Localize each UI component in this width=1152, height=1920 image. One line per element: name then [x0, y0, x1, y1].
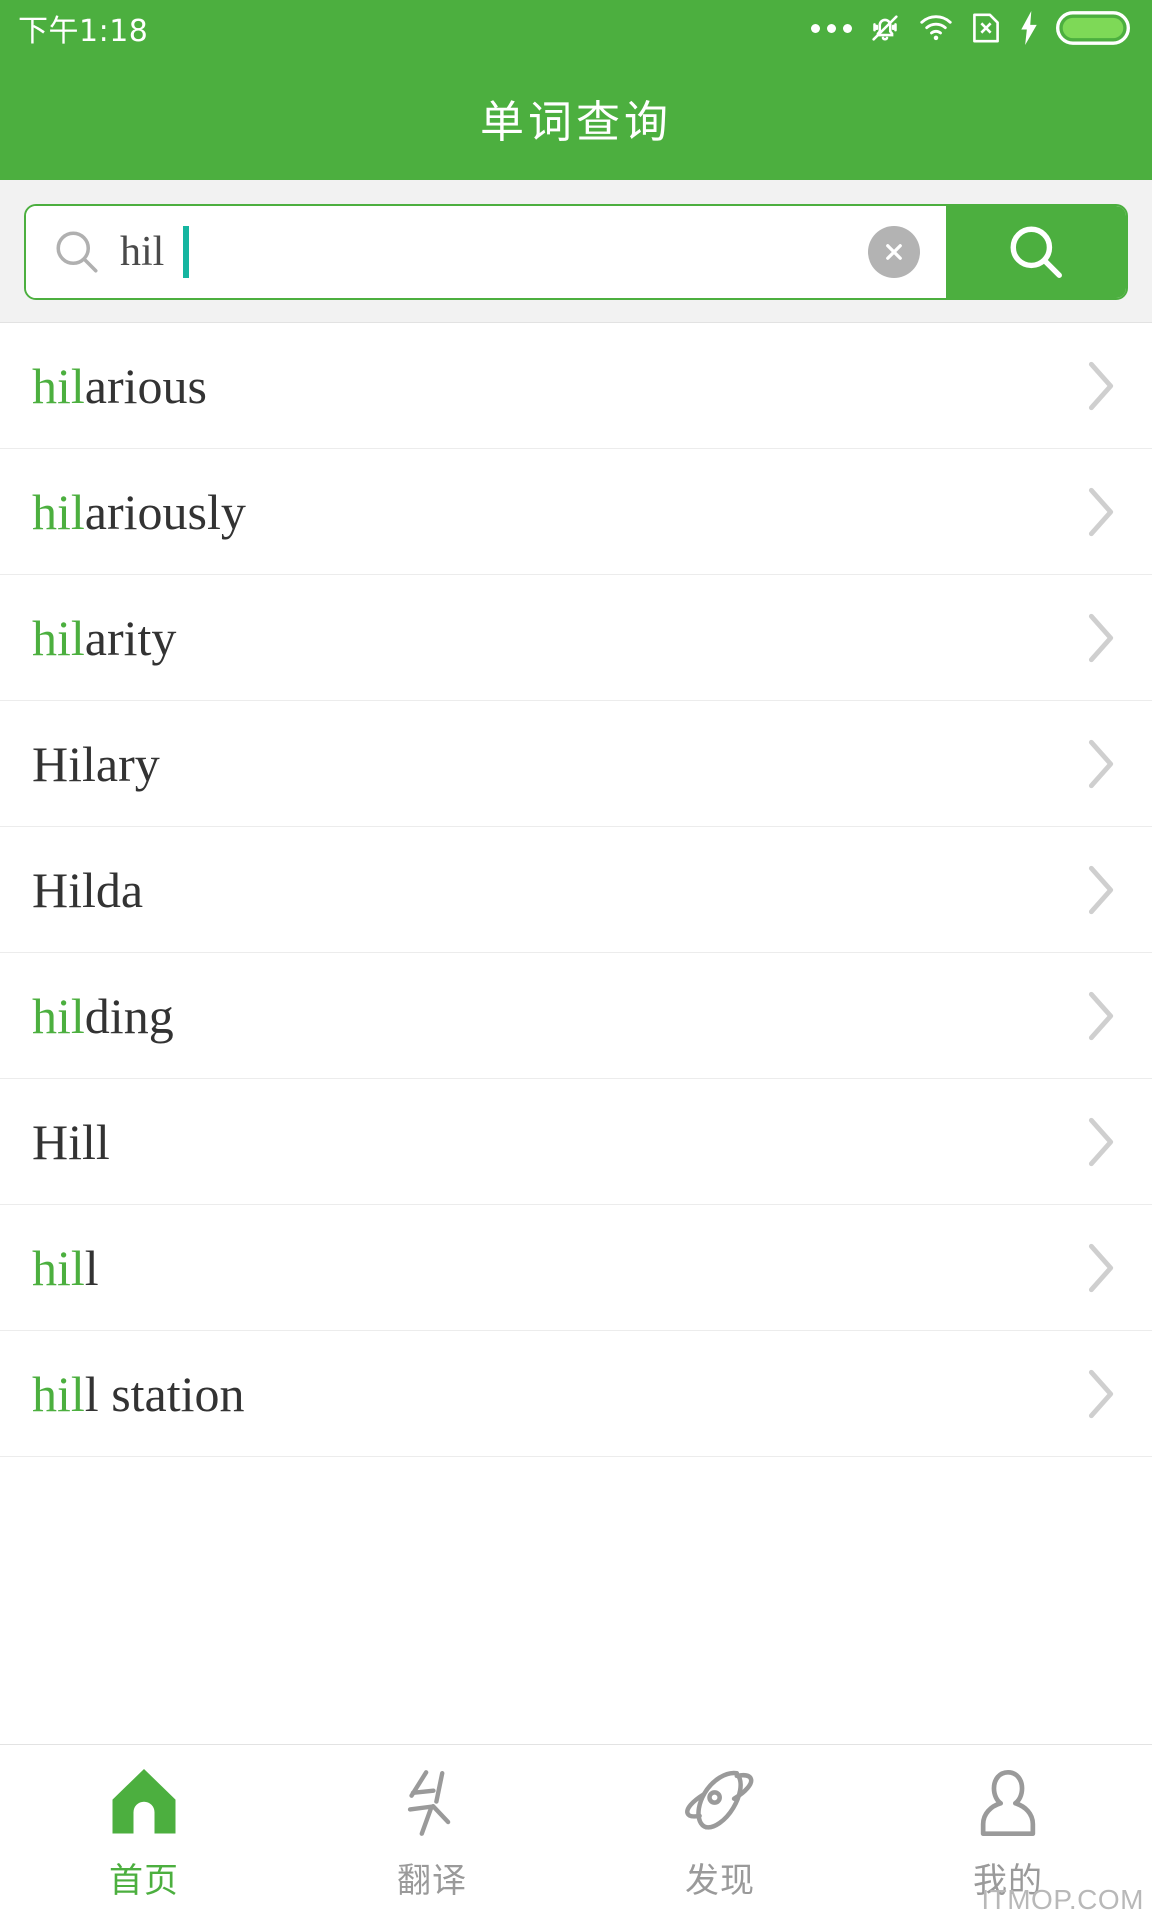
search-section: hil — [0, 180, 1152, 323]
list-item[interactable]: Hill — [0, 1079, 1152, 1205]
word-rest: Hilary — [32, 735, 160, 792]
person-icon — [972, 1763, 1044, 1841]
list-item[interactable]: hilarious — [0, 323, 1152, 449]
chevron-right-icon — [1088, 613, 1114, 662]
charging-bolt-icon — [1021, 11, 1037, 45]
search-input[interactable]: hil — [26, 206, 946, 298]
search-input-value: hil — [120, 229, 165, 275]
wifi-icon — [920, 15, 952, 41]
word-match-prefix: hil — [32, 357, 85, 414]
clear-circle-x-icon[interactable] — [868, 226, 920, 278]
list-item[interactable]: hill station — [0, 1331, 1152, 1457]
sim-card-x-icon — [973, 13, 999, 43]
word-match-prefix: hil — [32, 483, 85, 540]
word-match-prefix: hil — [32, 609, 85, 666]
list-item[interactable]: hilarity — [0, 575, 1152, 701]
tab-discover-label: 发现 — [685, 1861, 755, 1901]
page-title: 单词查询 — [480, 97, 672, 148]
tab-translate-label: 翻译 — [397, 1861, 467, 1901]
chevron-right-icon — [1088, 739, 1114, 788]
bottom-tab-bar: 首页 翻译 发现 我的 ITMOP.COM — [0, 1744, 1152, 1920]
word-match-prefix: hil — [32, 987, 85, 1044]
word-rest: arity — [84, 609, 177, 666]
search-icon — [1010, 226, 1062, 278]
word-label: Hilda — [32, 865, 143, 915]
list-item[interactable]: hill — [0, 1205, 1152, 1331]
search-results-list: hilarious hilariously hilarity Hilary Hi… — [0, 323, 1152, 1457]
list-item[interactable]: hilding — [0, 953, 1152, 1079]
text-cursor — [183, 226, 190, 278]
search-submit-button[interactable] — [946, 206, 1126, 298]
word-rest: ariously — [84, 483, 246, 540]
search-icon — [56, 231, 98, 273]
chevron-right-icon — [1088, 487, 1114, 536]
chevron-right-icon — [1088, 1243, 1114, 1292]
word-label: hilding — [32, 991, 174, 1041]
tab-home-label: 首页 — [109, 1861, 179, 1901]
word-match-prefix: hil — [32, 1239, 85, 1296]
chevron-right-icon — [1088, 991, 1114, 1040]
word-rest: l station — [84, 1365, 245, 1422]
chevron-right-icon — [1088, 361, 1114, 410]
word-label: hill — [32, 1243, 99, 1293]
word-match-prefix: hil — [32, 1365, 85, 1422]
home-icon — [105, 1763, 183, 1841]
more-dots-icon — [811, 23, 852, 33]
app-header: 单词查询 — [0, 56, 1152, 180]
word-rest: l — [84, 1239, 99, 1296]
status-time: 下午1:18 — [18, 14, 149, 49]
list-item[interactable]: Hilda — [0, 827, 1152, 953]
word-rest: arious — [84, 357, 207, 414]
bell-muted-icon — [872, 15, 898, 41]
word-rest: Hilda — [32, 861, 144, 918]
word-label: hill station — [32, 1369, 245, 1419]
status-bar: 下午1:18 — [0, 0, 1152, 56]
word-label: Hilary — [32, 739, 160, 789]
word-label: hilarious — [32, 361, 207, 411]
tab-profile[interactable]: 我的 — [864, 1763, 1152, 1902]
site-watermark: ITMOP.COM — [981, 1884, 1144, 1915]
word-rest: Hill — [32, 1113, 110, 1170]
word-label: hilarity — [32, 613, 176, 663]
translate-icon — [394, 1763, 470, 1841]
search-bar[interactable]: hil — [24, 204, 1128, 300]
word-label: hilariously — [32, 487, 246, 537]
list-item[interactable]: hilariously — [0, 449, 1152, 575]
word-label: Hill — [32, 1117, 110, 1167]
chevron-right-icon — [1088, 1117, 1114, 1166]
chevron-right-icon — [1088, 1369, 1114, 1418]
chevron-right-icon — [1088, 865, 1114, 914]
list-item[interactable]: Hilary — [0, 701, 1152, 827]
tab-translate[interactable]: 翻译 — [288, 1763, 576, 1902]
battery-icon — [1056, 11, 1130, 45]
rocket-icon — [681, 1763, 759, 1841]
word-rest: ding — [84, 987, 174, 1044]
tab-discover[interactable]: 发现 — [576, 1763, 864, 1902]
tab-home[interactable]: 首页 — [0, 1763, 288, 1902]
status-icons — [811, 11, 1130, 45]
